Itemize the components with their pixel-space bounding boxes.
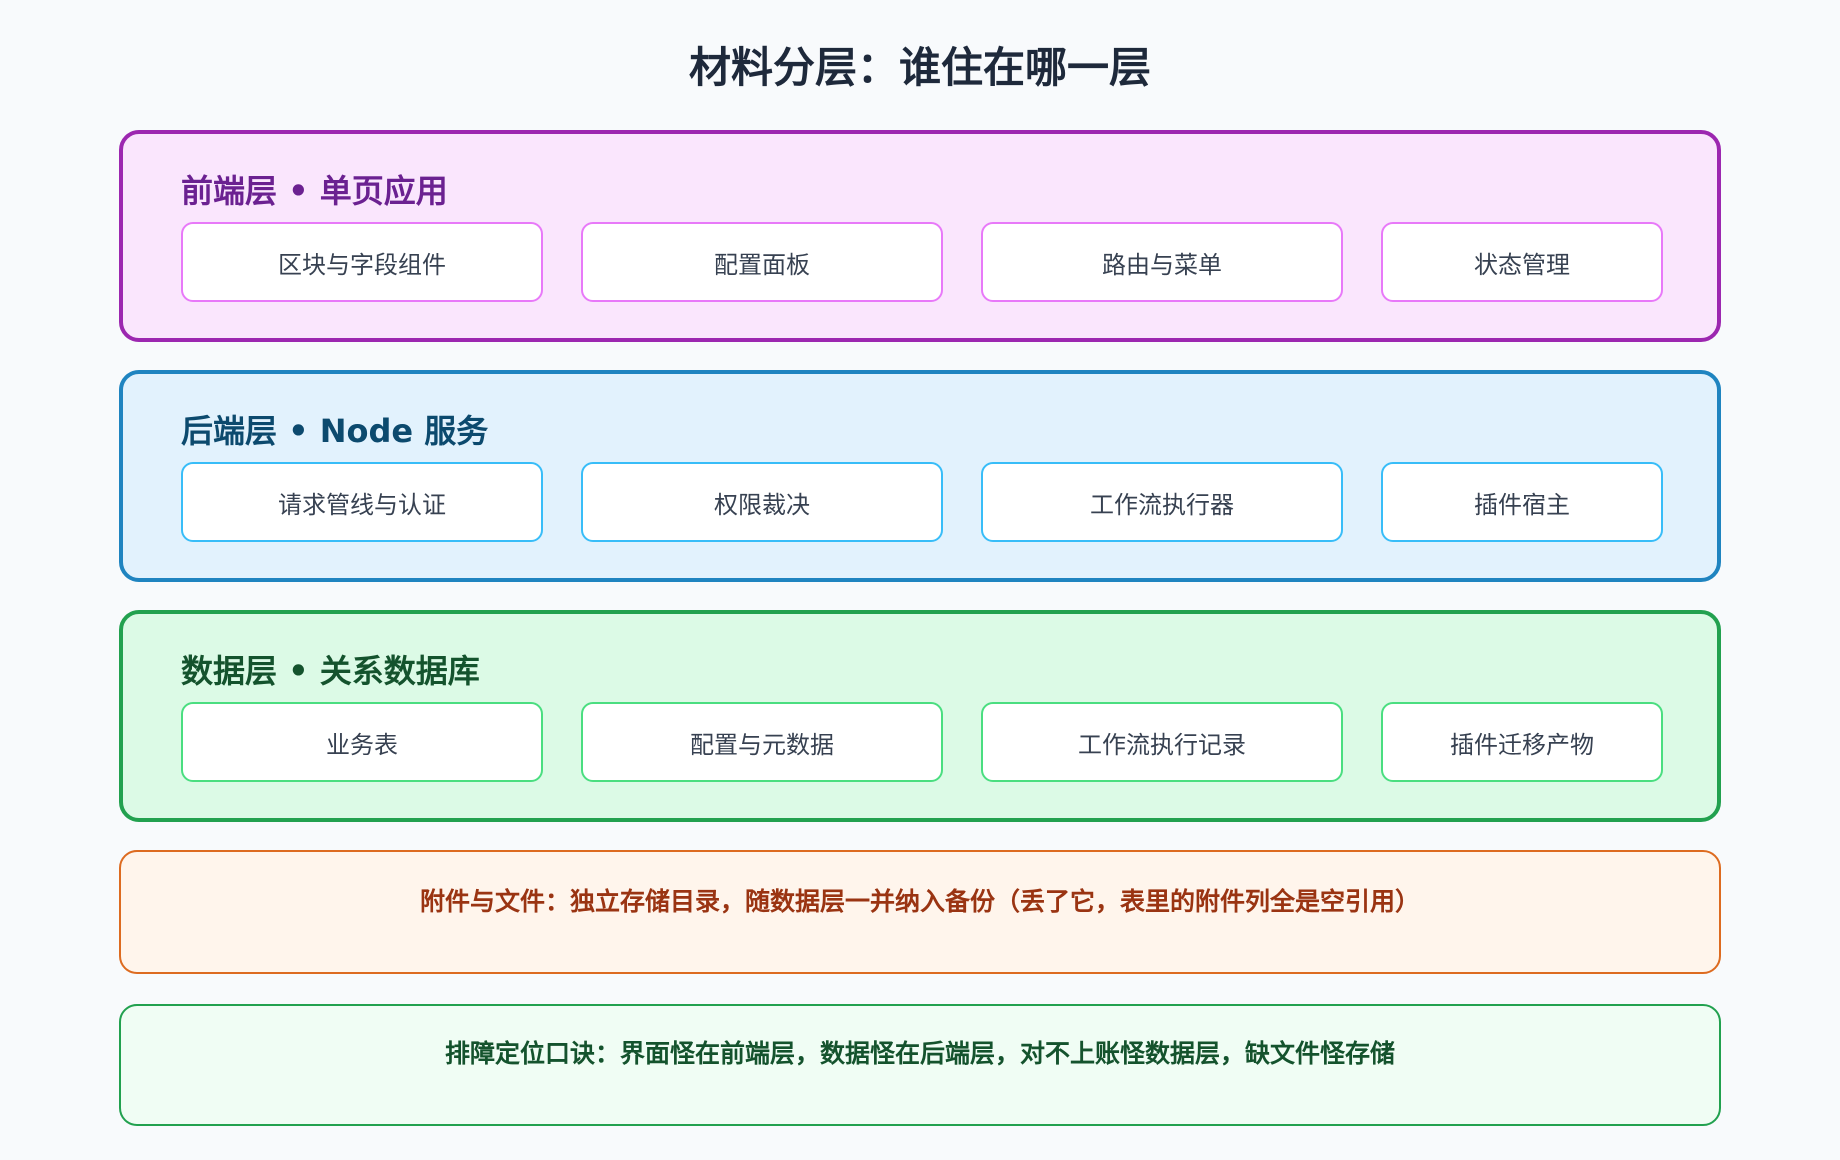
- backend-item-plugin-host: 插件宿主: [1381, 462, 1663, 542]
- backend-layer-title: 后端层 • Node 服务: [181, 412, 489, 450]
- frontend-layer: 前端层 • 单页应用 区块与字段组件 配置面板 路由与菜单 状态管理: [119, 130, 1721, 342]
- frontend-item-routing-menu: 路由与菜单: [981, 222, 1343, 302]
- diagram-title: 材料分层：谁住在哪一层: [688, 43, 1151, 92]
- backend-layer: 后端层 • Node 服务 请求管线与认证 权限裁决 工作流执行器 插件宿主: [119, 370, 1721, 582]
- backend-item-workflow-executor: 工作流执行器: [981, 462, 1343, 542]
- backend-item-permission: 权限裁决: [581, 462, 943, 542]
- data-item-plugin-migrations: 插件迁移产物: [1381, 702, 1663, 782]
- data-layer: 数据层 • 关系数据库 业务表 配置与元数据 工作流执行记录 插件迁移产物: [119, 610, 1721, 822]
- frontend-item-state-management: 状态管理: [1381, 222, 1663, 302]
- troubleshooting-mnemonic-note: 排障定位口诀：界面怪在前端层，数据怪在后端层，对不上账怪数据层，缺文件怪存储: [119, 1004, 1721, 1126]
- data-item-business-tables: 业务表: [181, 702, 543, 782]
- data-item-workflow-records: 工作流执行记录: [981, 702, 1343, 782]
- data-layer-title: 数据层 • 关系数据库: [181, 652, 480, 690]
- frontend-item-config-panel: 配置面板: [581, 222, 943, 302]
- backend-item-request-pipeline: 请求管线与认证: [181, 462, 543, 542]
- frontend-layer-title: 前端层 • 单页应用: [181, 172, 448, 210]
- attachments-note: 附件与文件：独立存储目录，随数据层一并纳入备份（丢了它，表里的附件列全是空引用）: [119, 850, 1721, 974]
- frontend-item-blocks-fields: 区块与字段组件: [181, 222, 543, 302]
- data-item-config-metadata: 配置与元数据: [581, 702, 943, 782]
